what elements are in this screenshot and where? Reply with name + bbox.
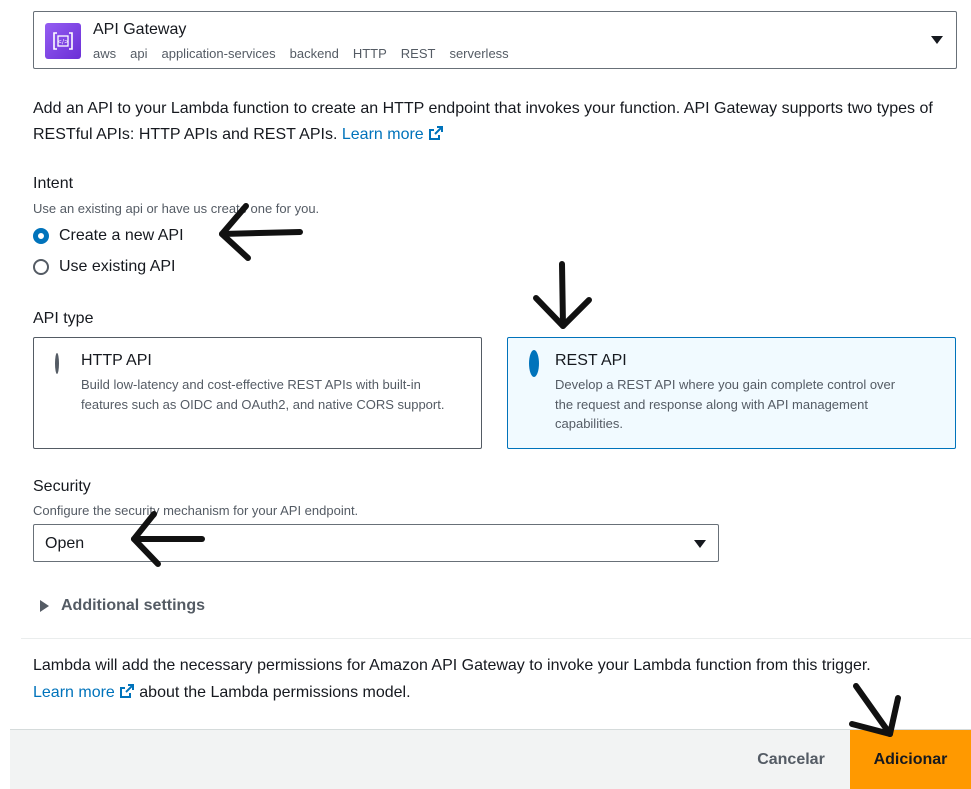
arrow-down-right-icon	[849, 683, 901, 737]
annotation-arrows	[131, 203, 901, 737]
arrow-down-icon	[533, 261, 592, 329]
arrow-left-icon	[131, 511, 205, 567]
arrow-left-icon	[219, 203, 303, 261]
